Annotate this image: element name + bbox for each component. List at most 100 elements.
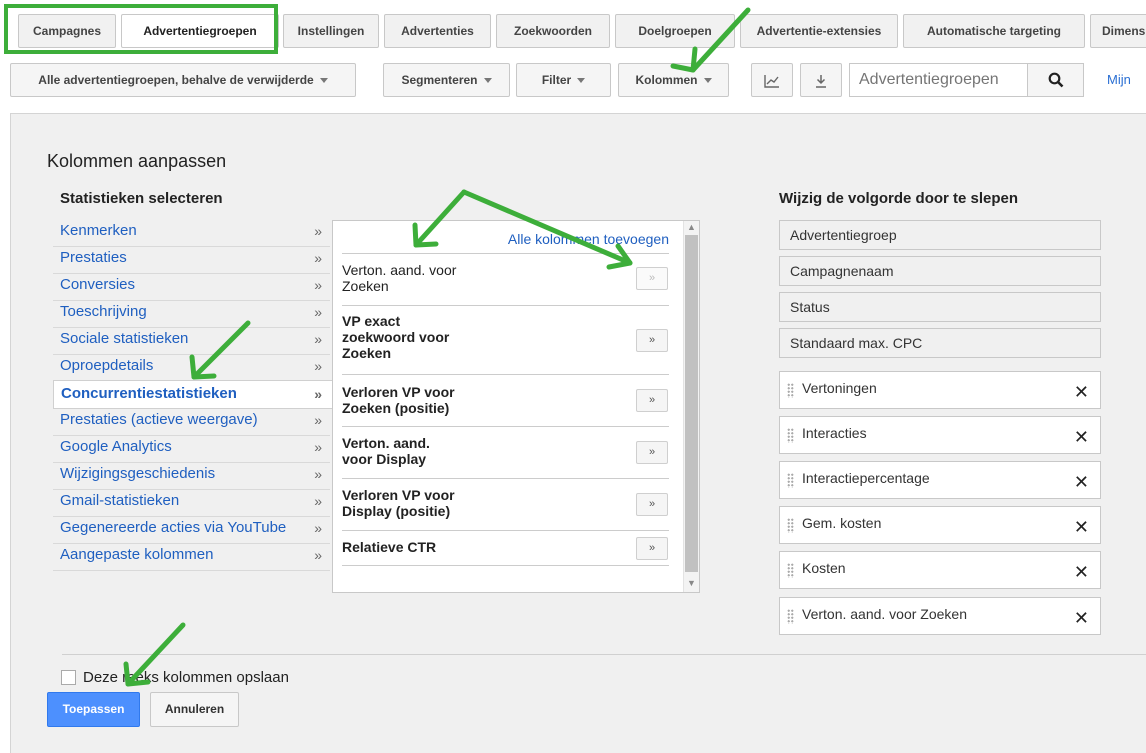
category-label: Gegenereerde acties via YouTube [60, 519, 287, 536]
category-label: Concurrentiestatistieken [61, 385, 237, 402]
category-gmail-statistieken[interactable]: Gmail-statistieken » [53, 490, 330, 517]
column-label: Gem. kosten [802, 515, 882, 531]
draggable-column-vertoningen[interactable]: Vertoningen ✕ [779, 371, 1101, 409]
search-input[interactable] [849, 63, 1027, 97]
metric-label: Relatieve CTR [342, 539, 437, 555]
tab-advertentie-extensies[interactable]: Advertentie-extensies [740, 14, 898, 48]
chevron-down-icon [319, 78, 328, 84]
filter-label: Filter [541, 73, 572, 87]
add-metric-button[interactable]: » [636, 389, 668, 412]
chevron-down-icon [577, 78, 586, 84]
category-label: Aangepaste kolommen [60, 546, 214, 563]
category-youtube-acties[interactable]: Gegenereerde acties via YouTube » [53, 517, 330, 544]
column-label: Vertoningen [802, 380, 877, 396]
category-conversies[interactable]: Conversies » [53, 274, 330, 301]
remove-column-icon[interactable]: ✕ [1074, 556, 1089, 588]
drag-handle-icon[interactable] [787, 383, 794, 398]
remove-column-icon[interactable]: ✕ [1074, 511, 1089, 543]
tab-campagnes[interactable]: Campagnes [18, 14, 116, 48]
fixed-column-campagnenaam: Campagnenaam [779, 256, 1101, 286]
divider [342, 305, 669, 306]
cancel-button[interactable]: Annuleren [150, 692, 239, 727]
category-oproepdetails[interactable]: Oproepdetails » [53, 355, 330, 382]
metric-label: voor Display [342, 451, 427, 467]
draggable-column-interactiepercentage[interactable]: Interactiepercentage ✕ [779, 461, 1101, 499]
metric-label: Verloren VP voor [342, 384, 455, 400]
column-label: Verton. aand. voor Zoeken [802, 606, 967, 622]
category-label: Gmail-statistieken [60, 492, 180, 509]
metric-label: VP exact [342, 313, 401, 329]
column-label: Interacties [802, 425, 867, 441]
metric-verton-aand-zoeken: Verton. aand. voor Zoeken [342, 262, 669, 294]
add-metric-button[interactable]: » [636, 537, 668, 560]
scroll-down-icon[interactable]: ▼ [687, 578, 696, 588]
columns-dropdown[interactable]: Kolommen [618, 63, 729, 97]
drag-handle-icon[interactable] [787, 473, 794, 488]
category-sociale-statistieken[interactable]: Sociale statistieken » [53, 328, 330, 355]
add-metric-button[interactable]: » [636, 267, 668, 290]
tab-advertenties[interactable]: Advertenties [384, 14, 491, 48]
draggable-column-gem-kosten[interactable]: Gem. kosten ✕ [779, 506, 1101, 544]
metric-label: Zoeken [342, 345, 392, 361]
draggable-column-kosten[interactable]: Kosten ✕ [779, 551, 1101, 589]
tab-advertentiegroepen[interactable]: Advertentiegroepen [121, 14, 279, 48]
fixed-column-status: Status [779, 292, 1101, 322]
scrollbar[interactable]: ▲ ▼ [683, 221, 699, 592]
category-toeschrijving[interactable]: Toeschrijving » [53, 301, 330, 328]
fixed-column-advertentiegroep: Advertentiegroep [779, 220, 1101, 250]
metric-label: Verton. aand. voor [342, 262, 457, 278]
remove-column-icon[interactable]: ✕ [1074, 466, 1089, 498]
save-columns-checkbox[interactable] [61, 670, 76, 685]
scroll-thumb[interactable] [685, 235, 698, 572]
remove-column-icon[interactable]: ✕ [1074, 602, 1089, 634]
tab-dimensies[interactable]: Dimens [1090, 14, 1146, 48]
chart-toggle-button[interactable] [751, 63, 793, 97]
add-all-columns-link[interactable]: Alle kolommen toevoegen [508, 231, 669, 247]
drag-handle-icon[interactable] [787, 518, 794, 533]
drag-handle-icon[interactable] [787, 609, 794, 624]
chevron-right-icon: » [314, 386, 322, 402]
category-wijzigingsgeschiedenis[interactable]: Wijzigingsgeschiedenis » [53, 463, 330, 490]
remove-column-icon[interactable]: ✕ [1074, 376, 1089, 408]
category-label: Prestaties (actieve weergave) [60, 411, 258, 428]
category-kenmerken[interactable]: Kenmerken » [53, 220, 330, 247]
category-google-analytics[interactable]: Google Analytics » [53, 436, 330, 463]
segment-label: Segmenteren [401, 73, 478, 87]
tab-zoekwoorden[interactable]: Zoekwoorden [496, 14, 610, 48]
category-prestaties-actieve-weergave[interactable]: Prestaties (actieve weergave) » [53, 409, 330, 436]
mijn-link[interactable]: Mijn [1107, 72, 1131, 87]
search-icon [1048, 72, 1064, 88]
drag-handle-icon[interactable] [787, 563, 794, 578]
filter-dropdown[interactable]: Filter [516, 63, 611, 97]
tab-doelgroepen[interactable]: Doelgroepen [615, 14, 735, 48]
metrics-list: Alle kolommen toevoegen Verton. aand. vo… [332, 220, 700, 593]
panel-title: Kolommen aanpassen [47, 151, 227, 171]
drag-handle-icon[interactable] [787, 428, 794, 443]
metric-relatieve-ctr: Relatieve CTR [342, 539, 669, 555]
chevron-right-icon: » [314, 412, 322, 428]
add-metric-button[interactable]: » [636, 329, 668, 352]
segment-dropdown[interactable]: Segmenteren [383, 63, 510, 97]
add-metric-button[interactable]: » [636, 441, 668, 464]
tab-instellingen[interactable]: Instellingen [283, 14, 379, 48]
search-button[interactable] [1027, 63, 1084, 97]
category-label: Conversies [60, 276, 136, 293]
remove-column-icon[interactable]: ✕ [1074, 421, 1089, 453]
category-prestaties[interactable]: Prestaties » [53, 247, 330, 274]
category-aangepaste-kolommen[interactable]: Aangepaste kolommen » [53, 544, 330, 571]
draggable-column-verton-aand-zoeken[interactable]: Verton. aand. voor Zoeken ✕ [779, 597, 1101, 635]
draggable-column-interacties[interactable]: Interacties ✕ [779, 416, 1101, 454]
filter-scope-dropdown[interactable]: Alle advertentiegroepen, behalve de verw… [10, 63, 356, 97]
add-metric-button[interactable]: » [636, 493, 668, 516]
app-root: Campagnes Advertentiegroepen Instellinge… [0, 0, 1146, 753]
chevron-right-icon: » [314, 304, 322, 320]
metric-label: Verton. aand. [342, 435, 430, 451]
scroll-up-icon[interactable]: ▲ [687, 222, 696, 232]
download-button[interactable] [800, 63, 842, 97]
tab-automatische-targeting[interactable]: Automatische targeting [903, 14, 1085, 48]
category-concurrentiestatistieken[interactable]: Concurrentiestatistieken » [53, 380, 333, 409]
divider [62, 654, 1146, 655]
save-columns-label: Deze reeks kolommen opslaan [83, 669, 289, 686]
chevron-right-icon: » [314, 547, 322, 563]
apply-button[interactable]: Toepassen [47, 692, 140, 727]
